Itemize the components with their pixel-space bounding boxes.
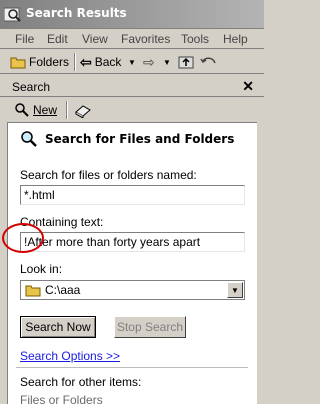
lookin-value: C:\aaa xyxy=(45,283,81,297)
chevron-down-icon: ▼ xyxy=(163,57,171,67)
search-window-icon xyxy=(4,7,21,22)
folders-button[interactable]: Folders xyxy=(10,53,69,71)
stop-search-button[interactable]: Stop Search xyxy=(114,316,186,338)
up-folder-button[interactable] xyxy=(178,53,194,71)
filename-input[interactable] xyxy=(20,185,245,205)
containing-text-input[interactable] xyxy=(20,232,245,252)
forward-button[interactable]: ⇨ xyxy=(143,53,155,71)
search-pane: Search for Files and Folders Search for … xyxy=(7,122,257,404)
search-now-button[interactable]: Search Now xyxy=(20,316,96,338)
folder-icon xyxy=(25,285,41,297)
forward-dropdown[interactable]: ▼ xyxy=(163,53,171,71)
undo-icon xyxy=(200,57,216,64)
back-button[interactable]: ⇦ Back xyxy=(80,53,121,71)
chevron-down-icon: ▼ xyxy=(128,57,136,67)
menu-bar: File Edit View Favorites Tools Help xyxy=(0,29,264,49)
lookin-dropdown[interactable]: C:\aaa ▼ xyxy=(20,280,245,300)
search-files-icon xyxy=(21,131,37,147)
containing-label: Containing text: xyxy=(20,215,104,229)
named-label: Search for files or folders named: xyxy=(20,168,197,182)
window-title: Search Results xyxy=(26,6,127,20)
search-options-link[interactable]: Search Options >> xyxy=(20,349,120,363)
search-heading-text: Search for Files and Folders xyxy=(45,131,235,146)
search-panel-header: Search ✕ xyxy=(0,76,264,97)
toolbar-separator xyxy=(66,101,68,119)
back-dropdown[interactable]: ▼ xyxy=(128,53,136,71)
chevron-down-icon[interactable]: ▼ xyxy=(227,282,243,298)
new-search-button[interactable]: New xyxy=(14,101,57,119)
title-bar: Search Results xyxy=(0,0,264,29)
menu-tools[interactable]: Tools xyxy=(181,32,209,46)
new-label: New xyxy=(33,103,58,117)
book-icon xyxy=(75,105,91,118)
search-heading: Search for Files and Folders xyxy=(20,130,234,147)
panel-toolbar: New xyxy=(0,98,264,122)
divider xyxy=(16,367,248,368)
forward-arrow-icon: ⇨ xyxy=(143,53,155,70)
files-folders-link[interactable]: Files or Folders xyxy=(20,393,103,404)
toolbar-separator xyxy=(74,53,76,71)
search-assistant-button[interactable] xyxy=(74,101,92,119)
magnifier-icon xyxy=(15,103,29,117)
toolbar: Folders ⇦ Back ▼ ⇨ ▼ xyxy=(0,50,264,74)
panel-title: Search xyxy=(12,80,51,94)
lookin-label: Look in: xyxy=(20,262,63,276)
menu-edit[interactable]: Edit xyxy=(47,32,68,46)
back-label: Back xyxy=(94,55,122,69)
menu-file[interactable]: File xyxy=(15,32,34,46)
back-arrow-icon: ⇦ xyxy=(80,53,92,70)
other-items-label: Search for other items: xyxy=(20,375,142,389)
undo-button[interactable] xyxy=(200,53,218,71)
menu-view[interactable]: View xyxy=(82,32,108,46)
menu-favorites[interactable]: Favorites xyxy=(121,32,170,46)
close-icon[interactable]: ✕ xyxy=(242,78,254,95)
up-folder-icon xyxy=(178,56,194,69)
folders-label: Folders xyxy=(29,55,70,69)
folders-icon xyxy=(10,57,26,69)
menu-help[interactable]: Help xyxy=(223,32,248,46)
